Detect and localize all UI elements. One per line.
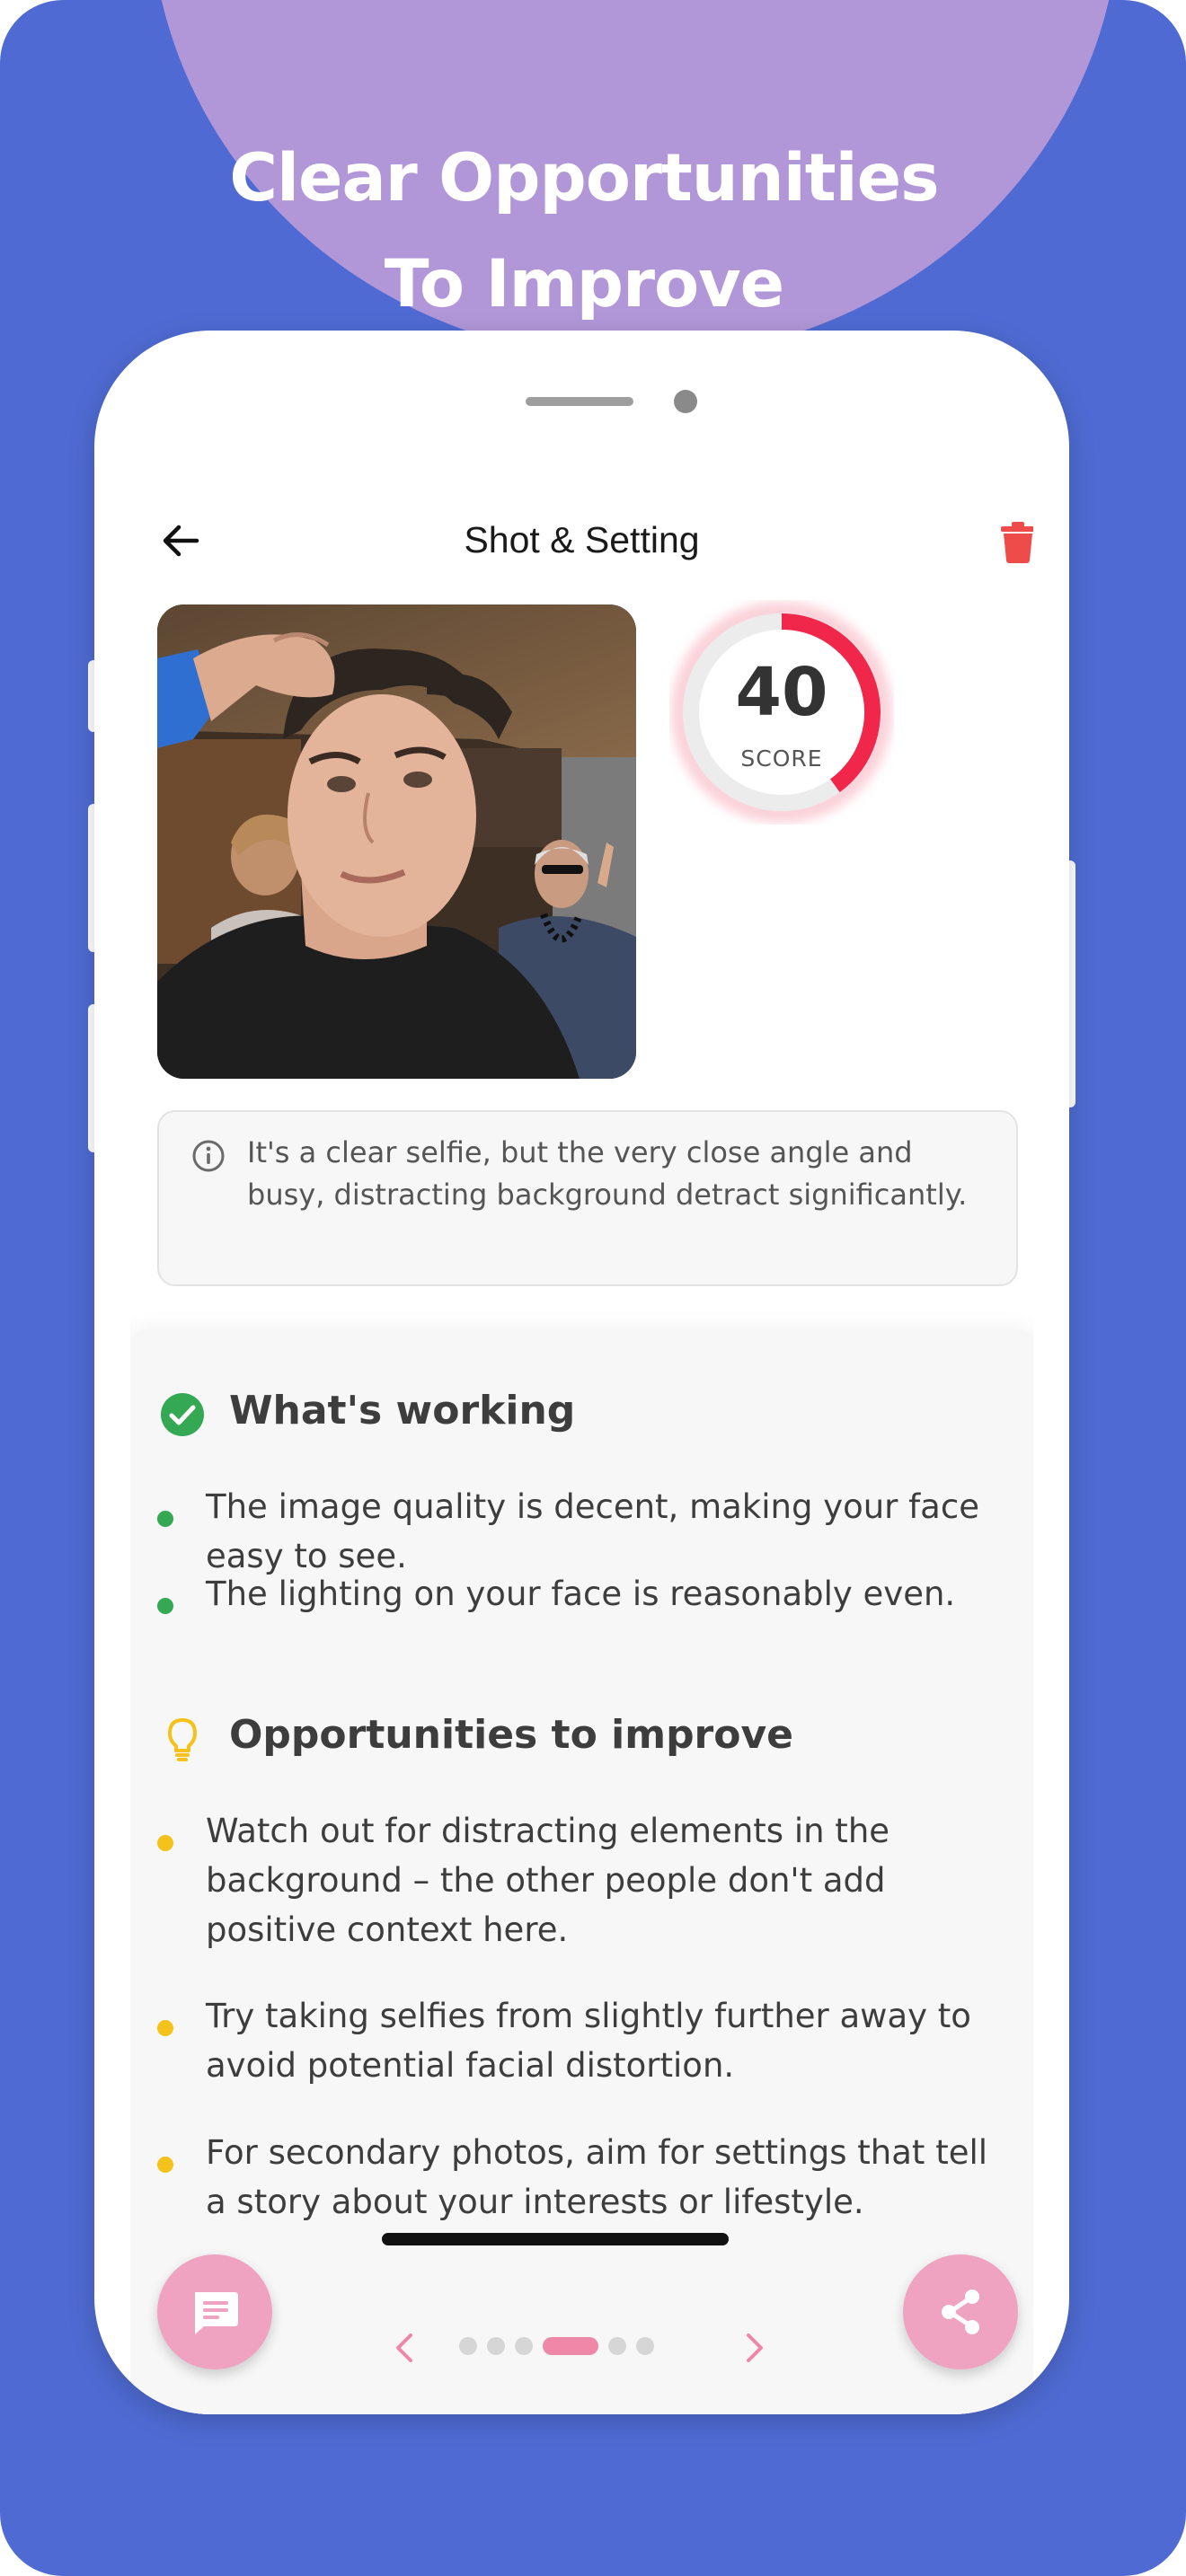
- pager-dot[interactable]: [515, 2337, 533, 2355]
- lightbulb-icon: [168, 1718, 197, 1761]
- improve-item: Watch out for distracting elements in th…: [206, 1812, 890, 1949]
- score-value: 40: [735, 654, 828, 731]
- page-indicator: [130, 2325, 1033, 2378]
- working-item: The image quality is decent, making your…: [206, 1487, 979, 1575]
- improve-item: Try taking selfies from slightly further…: [206, 1997, 971, 2085]
- selfie-image: [157, 604, 636, 1079]
- chevron-left-icon[interactable]: [391, 2330, 418, 2366]
- top-bar: Shot & Setting: [130, 483, 1033, 600]
- score-label: SCORE: [740, 745, 823, 772]
- phone-speaker: [526, 397, 633, 406]
- pager-dot-active[interactable]: [543, 2337, 598, 2355]
- phone-frame: Shot & Setting 40 SCORE It's a clear sel…: [94, 331, 1069, 2414]
- working-item: The lighting on your face is reasonably …: [206, 1575, 956, 1613]
- info-icon: [192, 1140, 225, 1172]
- improve-item: For secondary photos, aim for settings t…: [206, 2133, 988, 2221]
- working-title: What's working: [229, 1388, 576, 1434]
- pager-dot[interactable]: [608, 2337, 626, 2355]
- improve-bullet: [157, 2020, 173, 2036]
- check-circle-icon: [161, 1393, 204, 1436]
- chevron-right-icon[interactable]: [741, 2330, 768, 2366]
- working-bullet: [157, 1511, 173, 1527]
- phone-camera: [674, 390, 697, 413]
- headline-line-2: To Improve: [384, 246, 784, 322]
- working-bullet: [157, 1598, 173, 1614]
- page-title: Shot & Setting: [464, 519, 700, 560]
- improve-bullet: [157, 1835, 173, 1851]
- promo-headline: Clear Opportunities To Improve: [0, 126, 1168, 338]
- summary-box: It's a clear selfie, but the very close …: [157, 1110, 1018, 1286]
- profile-photo: [157, 604, 636, 1079]
- pager-dot[interactable]: [487, 2337, 505, 2355]
- app-screen: Shot & Setting 40 SCORE It's a clear sel…: [130, 483, 1033, 2414]
- improve-title: Opportunities to improve: [229, 1712, 794, 1758]
- improve-bullet: [157, 2157, 173, 2173]
- pager-dot[interactable]: [636, 2337, 654, 2355]
- home-indicator: [382, 2233, 729, 2245]
- headline-line-1: Clear Opportunities: [229, 140, 939, 216]
- trash-icon[interactable]: [1000, 521, 1033, 564]
- summary-text: It's a clear selfie, but the very close …: [247, 1135, 968, 1212]
- promo-canvas: Clear Opportunities To Improve Shot & Se…: [0, 0, 1186, 2576]
- pager-dot[interactable]: [459, 2337, 477, 2355]
